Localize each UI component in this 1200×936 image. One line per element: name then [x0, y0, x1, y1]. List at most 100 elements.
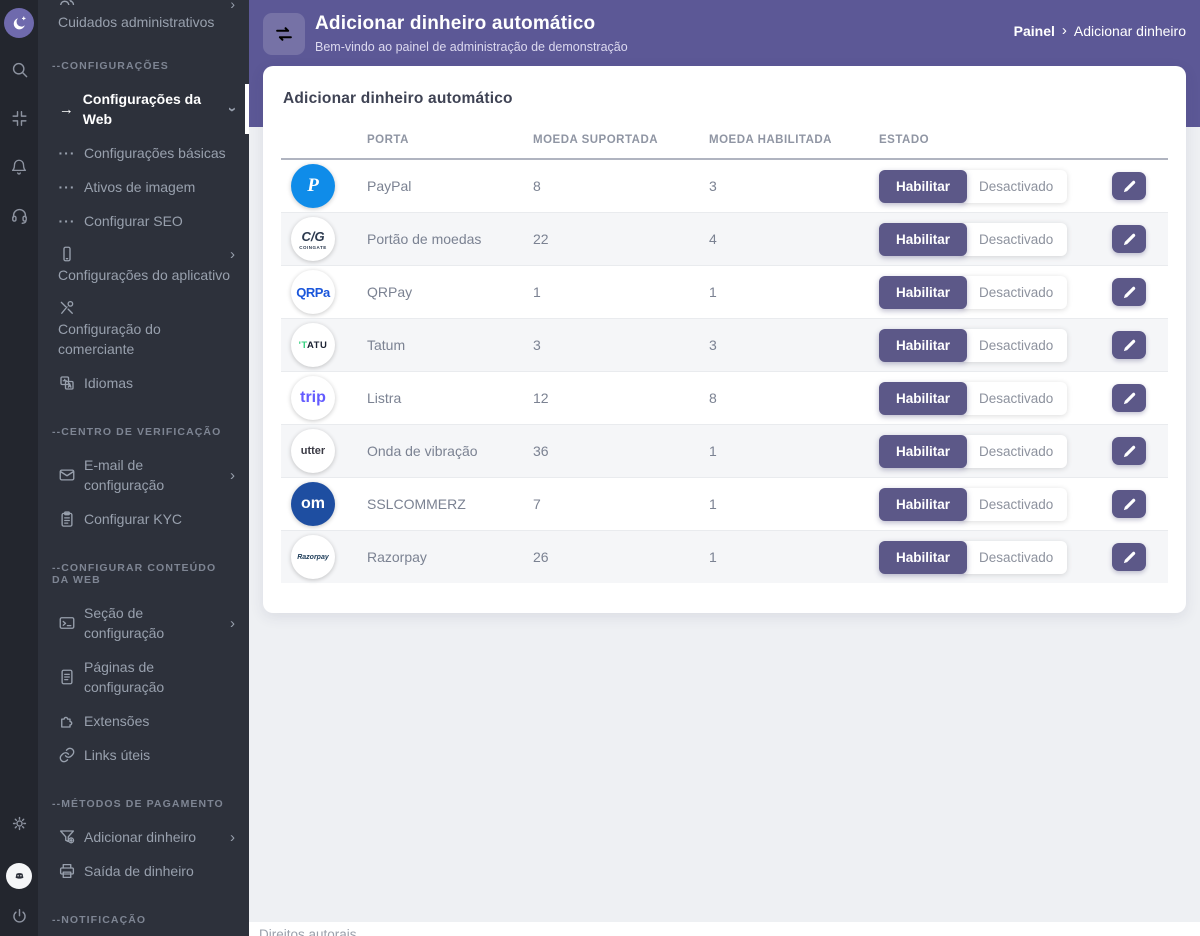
sidebar-item-configurar-kyc[interactable]: Configurar KYC [38, 502, 249, 536]
sidebar-item-label: Configurar KYC [84, 511, 183, 527]
state-group: Habilitar Desactivado [879, 540, 1074, 574]
power-icon[interactable] [10, 907, 29, 926]
column-header-moeda-suportada: Moeda suportada [523, 120, 699, 160]
sidebar: › Cuidados administrativos --Configuraçõ… [38, 0, 249, 936]
edit-button[interactable] [1112, 278, 1146, 306]
enable-button[interactable]: Habilitar [879, 169, 968, 203]
sidebar-item-configura-o-do-comerciante[interactable]: Configuração do comerciante [38, 292, 249, 366]
edit-button[interactable] [1112, 490, 1146, 518]
enable-button[interactable]: Habilitar [879, 275, 968, 309]
state-group: Habilitar Desactivado [879, 328, 1074, 362]
sidebar-item-configura-es-do-aplicativo[interactable]: Configurações do aplicativo › [38, 238, 249, 292]
compress-icon[interactable] [10, 109, 29, 128]
sidebar-item-label: Configurar SEO [84, 213, 183, 229]
footer-copyright: Direitos autorais [259, 927, 357, 936]
bell-icon[interactable] [10, 158, 28, 176]
gear-icon[interactable] [10, 814, 29, 833]
pencil-icon [1122, 444, 1137, 459]
sidebar-item-label: Saída de dinheiro [84, 863, 194, 879]
discord-icon[interactable] [6, 863, 32, 889]
sidebar-item-label: Configurações da Web [82, 91, 202, 127]
table-row: trip Listra 12 8 Habilitar Desactivado [281, 371, 1168, 425]
enable-button[interactable]: Habilitar [879, 222, 968, 256]
table-row: om SSLCOMMERZ 7 1 Habilitar Desactivado [281, 477, 1168, 531]
translate-icon [58, 374, 76, 392]
users-icon [58, 0, 76, 5]
sidebar-item-e-mail-de-configura-o[interactable]: E-mail de configuração › [38, 448, 249, 502]
edit-button[interactable] [1112, 543, 1146, 571]
sidebar-item-p-ginas-de-configura-o[interactable]: Páginas de configuração [38, 650, 249, 704]
gateway-name: Portão de moedas [367, 231, 482, 247]
supported-currency-count: 26 [533, 549, 549, 565]
mail-icon [58, 466, 76, 484]
chevron-right-icon: › [230, 466, 235, 484]
enable-button[interactable]: Habilitar [879, 487, 968, 521]
sidebar-item-se-o-de-configura-o[interactable]: Seção de configuração › [38, 596, 249, 650]
table-row: utter Onda de vibração 36 1 Habilitar De… [281, 424, 1168, 478]
sidebar-item-idiomas[interactable]: Idiomas [38, 366, 249, 400]
arrow-right-icon: → [58, 100, 74, 118]
gateway-logo: P [291, 164, 335, 208]
breadcrumb: Painel › Adicionar dinheiro [1014, 22, 1186, 39]
breadcrumb-home-link[interactable]: Painel [1014, 23, 1055, 39]
section-label: --Centro de verificação [52, 426, 222, 438]
state-group: Habilitar Desactivado [879, 169, 1074, 203]
sidebar-item-label: Seção de configuração [84, 605, 165, 641]
sidebar-item-ativos-de-imagem[interactable]: ··· Ativos de imagem [38, 170, 249, 204]
edit-button[interactable] [1112, 331, 1146, 359]
main-content: Adicionar dinheiro automático Bem-vindo … [249, 0, 1200, 936]
tools-icon [58, 299, 76, 317]
headset-icon[interactable] [10, 206, 29, 225]
pencil-icon [1122, 232, 1137, 247]
enable-button[interactable]: Habilitar [879, 434, 968, 468]
dots-icon: ··· [58, 145, 76, 161]
clipboard-icon [58, 510, 76, 528]
gateway-logo: QRPa [291, 270, 335, 314]
pencil-icon [1122, 550, 1137, 565]
link-icon [58, 746, 76, 764]
app-root: › Cuidados administrativos --Configuraçõ… [0, 0, 1200, 936]
dots-icon: ··· [58, 179, 76, 195]
sidebar-item-configura-es-da-web[interactable]: → Configurações da Web › [38, 82, 249, 136]
sidebar-item-label: Cuidados administrativos [58, 14, 215, 30]
status-badge: Desactivado [960, 434, 1068, 468]
edit-button[interactable] [1112, 384, 1146, 412]
gateway-logo: om [291, 482, 335, 526]
edit-button[interactable] [1112, 437, 1146, 465]
state-group: Habilitar Desactivado [879, 381, 1074, 415]
edit-button[interactable] [1112, 172, 1146, 200]
sidebar-item-links-teis[interactable]: Links úteis [38, 738, 249, 772]
enable-button[interactable]: Habilitar [879, 540, 968, 574]
sidebar-item-label: Ativos de imagem [84, 179, 196, 195]
gateway-name: QRPay [367, 284, 413, 300]
breadcrumb-separator: › [1061, 22, 1067, 39]
sidebar-item-label: Extensões [84, 713, 150, 729]
chevron-down-icon: › [224, 106, 241, 112]
sidebar-item-admin-care[interactable]: › Cuidados administrativos [38, 0, 249, 34]
column-header-estado: Estado [869, 120, 1084, 160]
enable-button[interactable]: Habilitar [879, 381, 968, 415]
sidebar-item-adicionar-dinheiro[interactable]: Adicionar dinheiro › [38, 820, 249, 854]
gateway-name: PayPal [367, 178, 412, 194]
enabled-currency-count: 1 [709, 443, 717, 459]
funnel-icon [58, 828, 76, 846]
enabled-currency-count: 4 [709, 231, 717, 247]
sidebar-item-extens-es[interactable]: Extensões [38, 704, 249, 738]
section-label: --Métodos de pagamento [52, 798, 224, 810]
sidebar-item-configura-es-b-sicas[interactable]: ··· Configurações básicas [38, 136, 249, 170]
gateway-name: Tatum [367, 337, 406, 353]
terminal-icon [58, 614, 76, 632]
edit-button[interactable] [1112, 225, 1146, 253]
supported-currency-count: 36 [533, 443, 549, 459]
status-badge: Desactivado [960, 540, 1068, 574]
gateway-name: Razorpay [367, 549, 427, 565]
supported-currency-count: 1 [533, 284, 541, 300]
icon-rail [0, 0, 38, 936]
enable-button[interactable]: Habilitar [879, 328, 968, 362]
sidebar-item-sa-da-de-dinheiro[interactable]: Saída de dinheiro [38, 854, 249, 888]
logo-moon-icon[interactable] [4, 8, 34, 38]
section-label: --Notificação [52, 914, 147, 926]
sidebar-item-configurar-seo[interactable]: ··· Configurar SEO [38, 204, 249, 238]
chevron-right-icon: › [230, 0, 235, 12]
search-icon[interactable] [10, 60, 29, 79]
